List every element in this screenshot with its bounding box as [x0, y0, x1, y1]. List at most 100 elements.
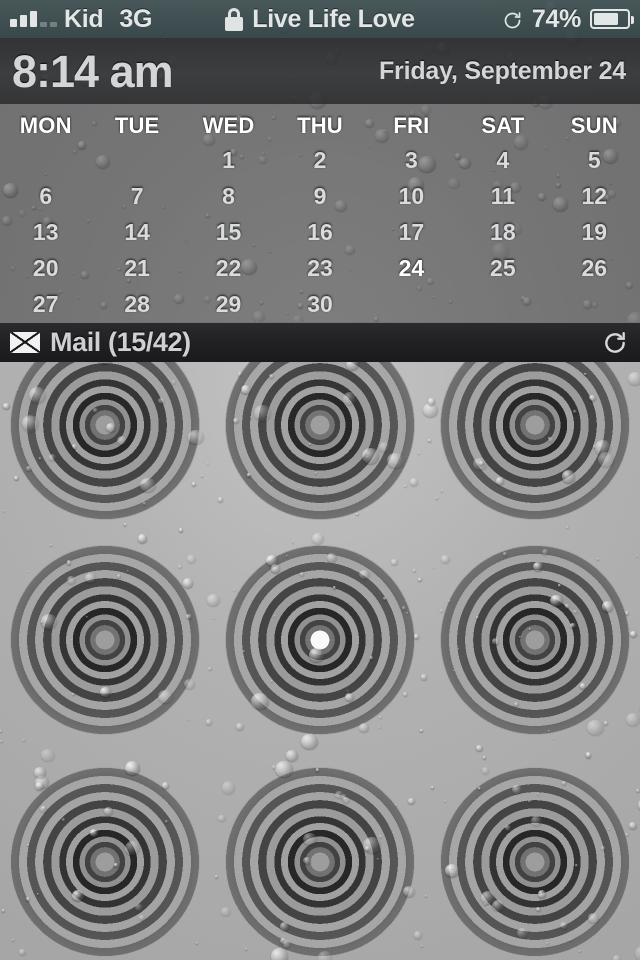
water-droplet	[482, 756, 487, 760]
water-droplet	[545, 941, 549, 945]
water-droplet	[316, 378, 319, 381]
water-droplet	[66, 560, 72, 565]
water-droplet	[512, 784, 522, 794]
water-droplet	[28, 570, 31, 573]
water-droplet	[34, 767, 46, 778]
calendar-day-8[interactable]: 8	[183, 183, 274, 210]
water-droplet	[533, 562, 543, 571]
water-droplet	[548, 729, 551, 732]
water-droplet	[187, 717, 191, 720]
calendar-day-1[interactable]: 1	[183, 147, 274, 174]
water-droplet	[251, 692, 269, 709]
water-droplet	[562, 780, 567, 785]
water-droplet	[195, 941, 198, 944]
calendar-day-27[interactable]: 27	[0, 291, 91, 318]
water-droplet	[76, 450, 79, 453]
water-droplet	[508, 492, 511, 495]
calendar-day-17[interactable]: 17	[366, 219, 457, 246]
calendar-day-26[interactable]: 26	[549, 255, 640, 282]
calendar-day-2[interactable]: 2	[274, 147, 365, 174]
water-droplet	[363, 836, 381, 854]
water-droplet	[361, 447, 379, 464]
calendar-day-4[interactable]: 4	[457, 147, 548, 174]
calendar-week-row: 20 21 22 23 24 25 26	[0, 250, 640, 286]
calendar-day-5[interactable]: 5	[549, 147, 640, 174]
calendar-day-header-mon: MON	[19, 113, 72, 138]
water-droplet	[315, 768, 320, 772]
water-droplet	[413, 569, 417, 573]
water-droplet	[342, 391, 357, 405]
water-droplet	[402, 606, 407, 610]
water-droplet	[183, 679, 195, 690]
calendar-day-7[interactable]: 7	[91, 183, 182, 210]
water-droplet	[28, 387, 46, 404]
water-droplet	[430, 786, 435, 790]
water-droplet	[518, 635, 521, 638]
calendar-day-28[interactable]: 28	[91, 291, 182, 318]
water-droplet	[476, 616, 479, 619]
water-droplet	[41, 748, 56, 762]
calendar-day-15[interactable]: 15	[183, 219, 274, 246]
calendar-day-20[interactable]: 20	[0, 255, 91, 282]
water-droplet	[435, 497, 438, 499]
calendar-day-29[interactable]: 29	[183, 291, 274, 318]
water-droplet	[594, 621, 597, 623]
mail-notification-bar[interactable]: Mail (15/42)	[0, 322, 640, 362]
water-droplet	[106, 422, 117, 432]
water-droplet	[477, 787, 482, 791]
water-droplet	[270, 480, 273, 482]
calendar-day-13[interactable]: 13	[0, 219, 91, 246]
calendar-day-21[interactable]: 21	[91, 255, 182, 282]
water-droplet	[359, 723, 369, 732]
water-droplet	[326, 552, 337, 562]
water-droplet	[241, 384, 251, 394]
water-droplet	[335, 790, 344, 799]
calendar-day-12[interactable]: 12	[549, 183, 640, 210]
calendar-day-9[interactable]: 9	[274, 183, 365, 210]
calendar-day-19[interactable]: 19	[549, 219, 640, 246]
water-droplet	[286, 750, 298, 761]
clock-label: 8:14 am	[12, 45, 174, 97]
calendar-day-header-wed: WED	[202, 113, 255, 138]
water-droplet	[206, 593, 221, 606]
calendar-widget[interactable]: MON TUE WED THU FRI SAT SUN 1 2 3 4 5 6 7 8 9 10 11 12 13 1…	[0, 104, 640, 322]
water-droplet	[124, 761, 140, 776]
water-droplet	[391, 558, 398, 565]
water-droplet	[0, 740, 3, 743]
calendar-day-23[interactable]: 23	[274, 255, 365, 282]
water-droplet	[491, 900, 504, 912]
water-droplet	[117, 574, 121, 578]
water-droplet	[158, 397, 165, 404]
calendar-grid[interactable]: 1 2 3 4 5 6 7 8 9 10 11 12 13 14 15 16 17 18 19 20 21 22 23 24 2…	[0, 142, 640, 322]
water-droplet	[72, 890, 85, 902]
calendar-day-3[interactable]: 3	[366, 147, 457, 174]
calendar-day-headers: MON TUE WED THU FRI SAT SUN	[0, 110, 640, 142]
calendar-day-6[interactable]: 6	[0, 183, 91, 210]
calendar-day-18[interactable]: 18	[457, 219, 548, 246]
calendar-day-22[interactable]: 22	[183, 255, 274, 282]
water-droplet	[177, 564, 182, 569]
calendar-day-11[interactable]: 11	[457, 183, 548, 210]
calendar-day-30[interactable]: 30	[274, 291, 365, 318]
water-droplet	[49, 454, 57, 461]
refresh-icon[interactable]	[602, 330, 628, 356]
water-droplet	[635, 554, 639, 557]
water-droplet	[1, 909, 5, 912]
battery-percent-label: 74%	[531, 4, 581, 33]
envelope-icon	[10, 332, 40, 353]
calendar-day-25[interactable]: 25	[457, 255, 548, 282]
calendar-day-14[interactable]: 14	[91, 219, 182, 246]
calendar-day-header-tue: TUE	[114, 113, 160, 138]
water-droplet	[597, 557, 600, 560]
lock-screen: Kid 3G Live Life Love 74% 8:14 am Friday…	[0, 0, 640, 960]
water-droplet	[364, 846, 370, 851]
calendar-day-today[interactable]: 24	[366, 255, 457, 282]
water-droplet	[135, 904, 143, 911]
water-droplet	[516, 927, 529, 939]
calendar-day-16[interactable]: 16	[274, 219, 365, 246]
water-droplet	[157, 689, 173, 704]
water-droplet	[428, 439, 431, 442]
calendar-day-10[interactable]: 10	[366, 183, 457, 210]
water-droplet	[309, 648, 324, 662]
water-droplet	[601, 601, 614, 612]
